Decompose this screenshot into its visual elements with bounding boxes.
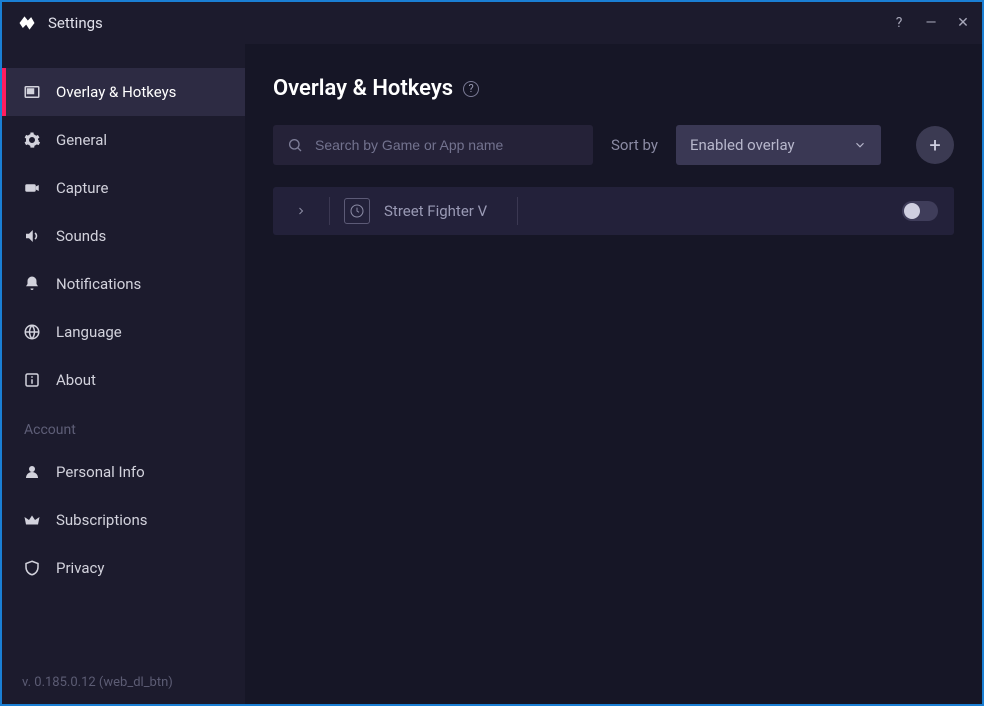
close-button[interactable]: ✕ xyxy=(956,15,970,31)
sidebar-item-label: Language xyxy=(56,323,122,341)
globe-icon xyxy=(22,322,42,342)
plus-icon: + xyxy=(929,133,940,157)
sort-by-label: Sort by xyxy=(611,136,658,154)
shield-icon xyxy=(22,558,42,578)
sidebar-section-account: Account xyxy=(2,404,245,448)
window-controls: ? — ✕ xyxy=(892,15,970,31)
add-button[interactable]: + xyxy=(916,126,954,164)
bell-icon xyxy=(22,274,42,294)
person-icon xyxy=(22,462,42,482)
app-logo-icon xyxy=(16,12,38,34)
sidebar-item-label: Overlay & Hotkeys xyxy=(56,83,176,101)
overlay-icon xyxy=(22,82,42,102)
sidebar-item-overlay-hotkeys[interactable]: Overlay & Hotkeys xyxy=(2,68,245,116)
sidebar-item-subscriptions[interactable]: Subscriptions xyxy=(2,496,245,544)
help-icon[interactable]: ? xyxy=(463,81,479,97)
sidebar-item-sounds[interactable]: Sounds xyxy=(2,212,245,260)
sidebar-item-about[interactable]: About xyxy=(2,356,245,404)
controls-row: Sort by Enabled overlay + xyxy=(273,125,954,165)
help-button[interactable]: ? xyxy=(892,15,906,31)
speaker-icon xyxy=(22,226,42,246)
page-header: Overlay & Hotkeys ? xyxy=(273,76,954,101)
titlebar: Settings ? — ✕ xyxy=(2,2,982,44)
divider xyxy=(329,197,330,225)
crown-icon xyxy=(22,510,42,530)
window-title: Settings xyxy=(48,14,103,32)
game-icon xyxy=(344,198,370,224)
sidebar-item-label: Personal Info xyxy=(56,463,145,481)
sidebar-item-capture[interactable]: Capture xyxy=(2,164,245,212)
sidebar-item-label: Sounds xyxy=(56,227,106,245)
chevron-right-icon[interactable] xyxy=(295,205,315,217)
sidebar-item-label: Privacy xyxy=(56,559,104,577)
minimize-button[interactable]: — xyxy=(924,15,938,31)
main-panel: Overlay & Hotkeys ? Sort by Enabled over… xyxy=(245,44,982,704)
sidebar-item-label: About xyxy=(56,371,96,389)
info-icon xyxy=(22,370,42,390)
divider xyxy=(517,197,518,225)
sidebar-item-language[interactable]: Language xyxy=(2,308,245,356)
search-input[interactable] xyxy=(315,137,579,153)
toggle-knob xyxy=(904,203,920,219)
sidebar-item-notifications[interactable]: Notifications xyxy=(2,260,245,308)
sidebar-item-general[interactable]: General xyxy=(2,116,245,164)
sidebar-item-label: Notifications xyxy=(56,275,141,293)
sidebar-item-label: Capture xyxy=(56,179,108,197)
sidebar: Overlay & Hotkeys General Capture Sounds xyxy=(2,44,245,704)
overlay-toggle[interactable] xyxy=(902,201,938,221)
search-icon xyxy=(287,137,303,153)
sort-selected-value: Enabled overlay xyxy=(690,136,795,154)
search-field[interactable] xyxy=(273,125,593,165)
sidebar-item-label: Subscriptions xyxy=(56,511,147,529)
game-row[interactable]: Street Fighter V xyxy=(273,187,954,235)
sort-select[interactable]: Enabled overlay xyxy=(676,125,881,165)
version-label: v. 0.185.0.12 (web_dl_btn) xyxy=(2,661,245,704)
sidebar-item-privacy[interactable]: Privacy xyxy=(2,544,245,592)
sidebar-item-label: General xyxy=(56,131,107,149)
page-title: Overlay & Hotkeys xyxy=(273,76,453,101)
gear-icon xyxy=(22,130,42,150)
sidebar-item-personal-info[interactable]: Personal Info xyxy=(2,448,245,496)
camera-icon xyxy=(22,178,42,198)
chevron-down-icon xyxy=(853,138,867,152)
game-name: Street Fighter V xyxy=(384,202,487,220)
